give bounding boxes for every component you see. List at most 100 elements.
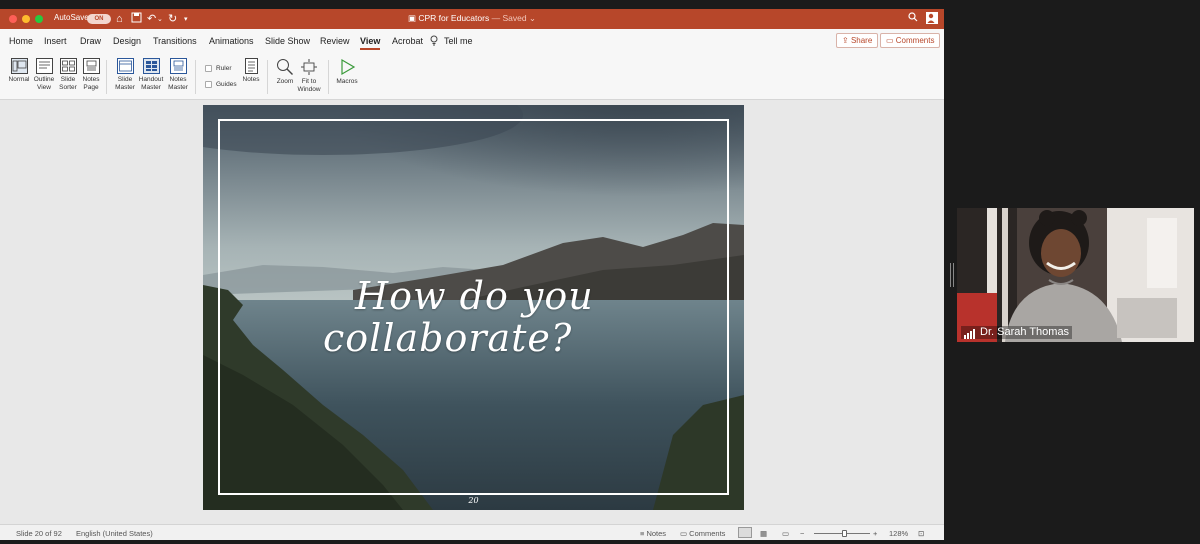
handout-master-button[interactable]: Handout Master — [138, 58, 164, 91]
slide-title-line-1: How do you — [355, 274, 594, 318]
comments-status-icon: ▭ — [680, 529, 690, 538]
status-bar: Slide 20 of 92 English (United States) ≡… — [0, 524, 944, 540]
webcam-feed-image — [957, 208, 1194, 342]
guides-label: Guides — [216, 81, 237, 89]
normal-view-label: Normal — [8, 76, 30, 83]
slide-title-text[interactable]: How do you collaborate? — [323, 275, 623, 359]
document-name: CPR for Educators — [418, 13, 490, 23]
comments-status-label: Comments — [689, 529, 726, 538]
ribbon-divider — [106, 60, 107, 94]
slide-editing-area[interactable]: How do you collaborate? 20 — [0, 100, 944, 524]
normal-view-icon — [10, 58, 28, 74]
notes-page-button[interactable]: Notes Page — [80, 58, 102, 91]
title-bar: AutoSave ON ⌂ ↶ ⌄ ↻ ▾ ▣ CPR for Educator… — [0, 9, 944, 29]
slide-number: 20 — [468, 496, 479, 505]
tab-animations[interactable]: Animations — [209, 35, 254, 47]
language-status[interactable]: English (United States) — [76, 529, 153, 538]
tab-transitions[interactable]: Transitions — [153, 35, 197, 47]
participant-name-tag: Dr. Sarah Thomas — [961, 326, 1073, 339]
fit-to-window-button[interactable]: Fit to Window — [296, 58, 322, 93]
screen: AutoSave ON ⌂ ↶ ⌄ ↻ ▾ ▣ CPR for Educator… — [0, 0, 1200, 544]
tab-design[interactable]: Design — [113, 35, 141, 47]
search-icon[interactable] — [908, 12, 918, 26]
tab-view[interactable]: View — [360, 35, 381, 50]
slide-master-label-2: Master — [115, 83, 135, 91]
outline-view-icon — [35, 58, 53, 74]
slide-sorter-label-1: Slide — [60, 76, 76, 83]
share-icon: ⇪ — [842, 36, 851, 45]
fit-window-label-2: Window — [297, 85, 321, 93]
macros-button[interactable]: Macros — [334, 58, 360, 86]
tab-acrobat[interactable]: Acrobat — [392, 35, 423, 47]
notes-page-label-2: Page — [83, 83, 99, 91]
handout-master-label-2: Master — [141, 83, 161, 91]
guides-checkbox[interactable]: Guides — [205, 81, 237, 88]
notes-master-button[interactable]: Notes Master — [166, 58, 190, 91]
lightbulb-icon — [430, 35, 438, 49]
ribbon-divider — [267, 60, 268, 94]
document-title: ▣ CPR for Educators — Saved ⌄ — [0, 13, 944, 24]
outline-view-label-2: View — [37, 83, 51, 91]
tell-me-search[interactable]: Tell me — [444, 35, 473, 47]
ruler-checkbox-box[interactable] — [205, 65, 212, 72]
fit-window-icon — [300, 58, 318, 76]
slide-sorter-icon — [59, 58, 77, 74]
handout-master-icon — [142, 58, 160, 74]
comments-label: Comments — [895, 36, 935, 45]
comment-icon: ▭ — [886, 36, 896, 45]
zoom-slider-thumb[interactable] — [841, 530, 847, 537]
tab-home[interactable]: Home — [9, 35, 33, 47]
zoom-label: Zoom — [276, 78, 294, 85]
tab-review[interactable]: Review — [320, 35, 350, 47]
notes-label: Notes — [242, 76, 260, 83]
comments-status-button[interactable]: ▭ Comments — [680, 529, 725, 538]
signal-strength-icon — [964, 327, 976, 339]
outline-view-button[interactable]: Outline View — [33, 58, 55, 91]
notes-master-label-2: Master — [168, 83, 188, 91]
powerpoint-window: AutoSave ON ⌂ ↶ ⌄ ↻ ▾ ▣ CPR for Educator… — [0, 9, 944, 540]
chevron-down-icon[interactable]: ⌄ — [527, 13, 536, 23]
reading-view-status-icon[interactable]: ▭ — [782, 529, 789, 538]
view-ribbon: Normal Outline View Slide Sorter Notes P… — [0, 54, 944, 100]
fit-slide-icon[interactable]: ⊡ — [918, 529, 924, 538]
slide-master-label-1: Slide — [117, 76, 133, 83]
notes-page-label-1: Notes — [82, 76, 100, 83]
notes-toggle-button[interactable]: Notes — [240, 58, 262, 84]
zoom-in-button[interactable]: + — [873, 529, 877, 538]
document-icon: ▣ — [407, 13, 419, 23]
play-icon — [338, 58, 356, 76]
slide-sorter-label-2: Sorter — [59, 83, 77, 91]
ruler-checkbox[interactable]: Ruler — [205, 65, 232, 72]
zoom-level[interactable]: 128% — [889, 529, 908, 538]
slide-sorter-status-icon[interactable]: ▦ — [760, 529, 767, 538]
share-label: Share — [850, 36, 873, 45]
zoom-button[interactable]: Zoom — [274, 58, 296, 86]
slide-counter: Slide 20 of 92 — [16, 529, 62, 538]
notes-status-button[interactable]: ≡ Notes — [640, 529, 666, 538]
notes-page-icon — [82, 58, 100, 74]
fit-window-label-1: Fit to — [301, 78, 317, 85]
tab-slide-show[interactable]: Slide Show — [265, 35, 310, 47]
normal-view-status-icon[interactable] — [738, 527, 752, 538]
share-button[interactable]: ⇪ Share — [836, 33, 879, 48]
panel-resize-handle[interactable] — [950, 263, 954, 287]
notes-icon — [244, 58, 258, 74]
slide-sorter-button[interactable]: Slide Sorter — [57, 58, 79, 91]
normal-view-button[interactable]: Normal — [6, 58, 32, 84]
participant-video[interactable]: Dr. Sarah Thomas — [957, 208, 1194, 342]
slide-master-button[interactable]: Slide Master — [113, 58, 137, 91]
notes-master-icon — [169, 58, 187, 74]
ruler-label: Ruler — [216, 65, 232, 73]
current-slide[interactable]: How do you collaborate? 20 — [203, 105, 744, 510]
account-icon[interactable] — [926, 12, 938, 28]
tab-insert[interactable]: Insert — [44, 35, 67, 47]
ribbon-divider — [328, 60, 329, 94]
comments-button[interactable]: ▭ Comments — [880, 33, 941, 48]
zoom-icon — [276, 58, 294, 76]
guides-checkbox-box[interactable] — [205, 81, 212, 88]
slide-title-line-2: collaborate? — [323, 316, 573, 360]
macros-label: Macros — [336, 78, 358, 85]
participant-name: Dr. Sarah Thomas — [980, 326, 1070, 338]
zoom-out-button[interactable]: − — [800, 529, 804, 538]
tab-draw[interactable]: Draw — [80, 35, 101, 47]
